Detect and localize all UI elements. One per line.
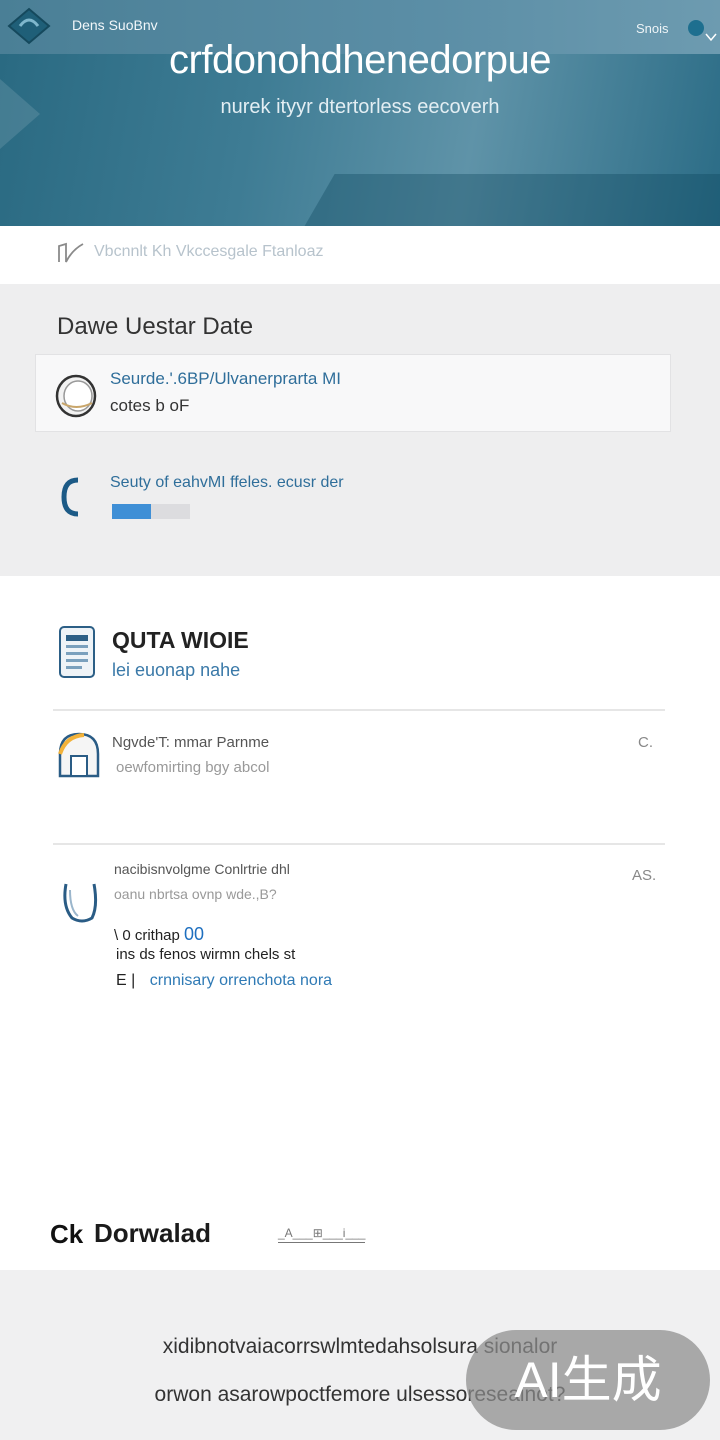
list-item-detail: E | crnnisary orrenchota nora [116,972,332,990]
section-subtitle[interactable]: lei euonap nahe [112,660,240,681]
list-item-detail: ins ds fenos wirmn chels st [116,946,296,963]
list-item-subtitle: oanu nbrtsa ovnp wde.,B? [114,886,277,902]
list-item-meta: AS. [632,867,657,884]
section-title: Dawe Uestar Date [57,313,254,340]
hero-subtitle: nurek ityyr dtertorless eecoverh [220,96,500,118]
card-title: Seuty of eahvMI ffeles. ecusr der [110,474,344,491]
brand-name: Dens SuoBnv [72,17,158,33]
list-item-detail: \ 0 crithap 00 [114,924,204,945]
detail-accent: 00 [184,924,205,944]
watermark-badge: AI生成 [466,1330,710,1430]
dome-icon [58,732,100,778]
cup-icon [63,883,98,923]
detail-link[interactable]: crnnisary orrenchota nora [150,972,332,989]
document-icon [59,626,95,678]
download-links[interactable]: _A___⊞___i___ [278,1226,366,1243]
disc-icon [55,374,97,418]
hero-decor-band [265,174,720,226]
divider [53,709,665,711]
detail-prefix: E | [116,972,136,989]
progress-fill [112,504,151,519]
strip-text: Vbcnnlt Kh Vkccesgale Ftanloaz [94,243,324,260]
detail-prefix: \ 0 crithap [114,927,180,944]
avatar[interactable] [688,20,704,36]
download-icon[interactable]: Ck [50,1219,83,1250]
divider [53,843,665,845]
list-item-title[interactable]: Ngvde'T: mmar Parnme [112,734,269,751]
list-item-meta: C. [638,734,653,751]
progress-bar [112,504,190,519]
section-title: QUTA WIOIE [112,627,249,653]
card-title: Seurde.'.6BP/Ulvanerprarta MI [110,369,341,388]
bracket-icon [61,477,79,517]
signature-icon [58,242,84,263]
signin-link[interactable]: Snois [636,21,669,36]
hero-title: crfdonohdhenedorpue [169,38,551,82]
download-button[interactable]: Dorwalad [94,1218,211,1249]
update-card[interactable] [35,354,671,432]
card-subtitle: cotes b oF [110,396,190,415]
list-item-title[interactable]: nacibisnvolgme Conlrtrie dhl [114,861,290,877]
list-item-subtitle: oewfomirting bgy abcol [116,759,270,776]
